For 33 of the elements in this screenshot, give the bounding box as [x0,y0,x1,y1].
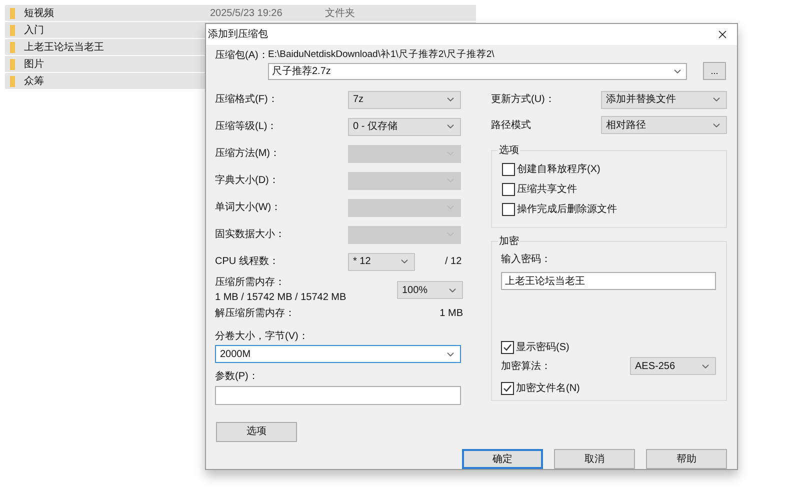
folder-name: 入门 [24,24,45,38]
checkbox-label: 加密文件名(N) [516,382,580,396]
memory-detail: 1 MB / 15742 MB / 15742 MB [215,291,346,305]
field-label: 分卷大小，字节(V)： [215,330,308,344]
field-label: 输入密码： [501,252,551,266]
field-label: 更新方式(U)： [491,92,556,107]
type-text: 文件夹 [325,6,355,20]
field-label: 固实数据大小： [215,228,286,242]
field-label: 字典大小(D)： [215,174,280,188]
field-label: 压缩包(A)： [215,48,268,63]
checkbox-label: 创建自释放程序(X) [517,162,600,176]
thread-total: / 12 [445,255,462,269]
memory-value: 1 MB [440,306,463,320]
folder-name: 短视频 [24,6,55,20]
field-label: 压缩等级(L)： [215,120,278,134]
checkbox-label: 操作完成后删除源文件 [517,202,617,216]
field-label: CPU 线程数： [215,254,280,269]
checkbox-label: 压缩共享文件 [517,182,577,196]
field-label: 路径模式 [491,118,532,132]
field-label: 参数(P)： [215,370,258,384]
archive-path: E:\BaiduNetdiskDownload\补1\尺子推荐2\尺子推荐2\ [268,48,496,61]
field-label: 单词大小(W)： [215,200,282,215]
folder-name: 众筹 [24,74,45,88]
field-label: 加密算法： [501,360,551,374]
checkbox-label: 显示密码(S) [516,340,570,354]
folder-name: 上老王论坛当老王 [24,40,105,54]
date-text: 2025/5/23 19:26 [210,6,284,20]
field-label: 压缩所需内存： [215,276,286,290]
field-label: 压缩格式(F)： [215,92,279,107]
window-title: 添加到压缩包 [208,28,268,42]
field-label: 压缩方法(M)： [215,146,281,161]
folder-name: 图片 [24,58,45,72]
field-label: 解压缩所需内存： [215,306,295,320]
